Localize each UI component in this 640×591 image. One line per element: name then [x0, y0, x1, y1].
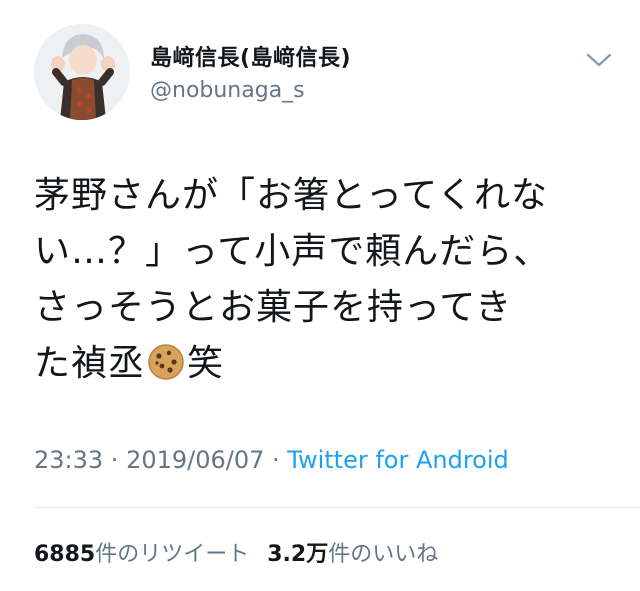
tweet-line: 茅野さんが「お箸とってくれな: [34, 175, 549, 216]
retweets-stat[interactable]: 6885件のリツイート: [34, 542, 249, 567]
tweet-time[interactable]: 23:33: [34, 446, 103, 474]
tweet-text-segment: た禎丞: [34, 343, 146, 384]
likes-stat[interactable]: 3.2万件のいいね: [267, 542, 438, 567]
display-name[interactable]: 島﨑信長(島﨑信長): [150, 40, 351, 72]
likes-label: 件のいいね: [328, 542, 439, 567]
cookie-icon: [147, 342, 185, 380]
divider: [34, 507, 640, 508]
avatar[interactable]: [34, 24, 130, 120]
tweet-meta: 23:33 · 2019/06/07 · Twitter for Android: [34, 446, 509, 474]
retweets-label: 件のリツイート: [95, 542, 250, 567]
tweet-text-segment: 笑: [187, 343, 225, 384]
tweet-source-link[interactable]: Twitter for Android: [287, 446, 508, 474]
tweet-line-last: た禎丞 笑: [34, 336, 624, 392]
tweet-text: 茅野さんが「お箸とってくれな い…？」って小声で頼んだら、 さっそうとお菓子を持…: [34, 168, 624, 392]
retweets-count: 6885: [34, 542, 96, 567]
tweet-date[interactable]: 2019/06/07: [126, 446, 264, 474]
likes-count: 3.2万: [267, 542, 329, 567]
meta-separator: ·: [264, 446, 288, 474]
meta-separator: ·: [103, 446, 127, 474]
user-handle[interactable]: @nobunaga_s: [150, 78, 305, 103]
tweet-line: い…？」って小声で頼んだら、: [34, 231, 551, 272]
chevron-down-icon[interactable]: [584, 50, 614, 70]
tweet-line: さっそうとお菓子を持ってき: [34, 287, 513, 328]
tweet-stats: 6885件のリツイート 3.2万件のいいね: [34, 536, 438, 568]
